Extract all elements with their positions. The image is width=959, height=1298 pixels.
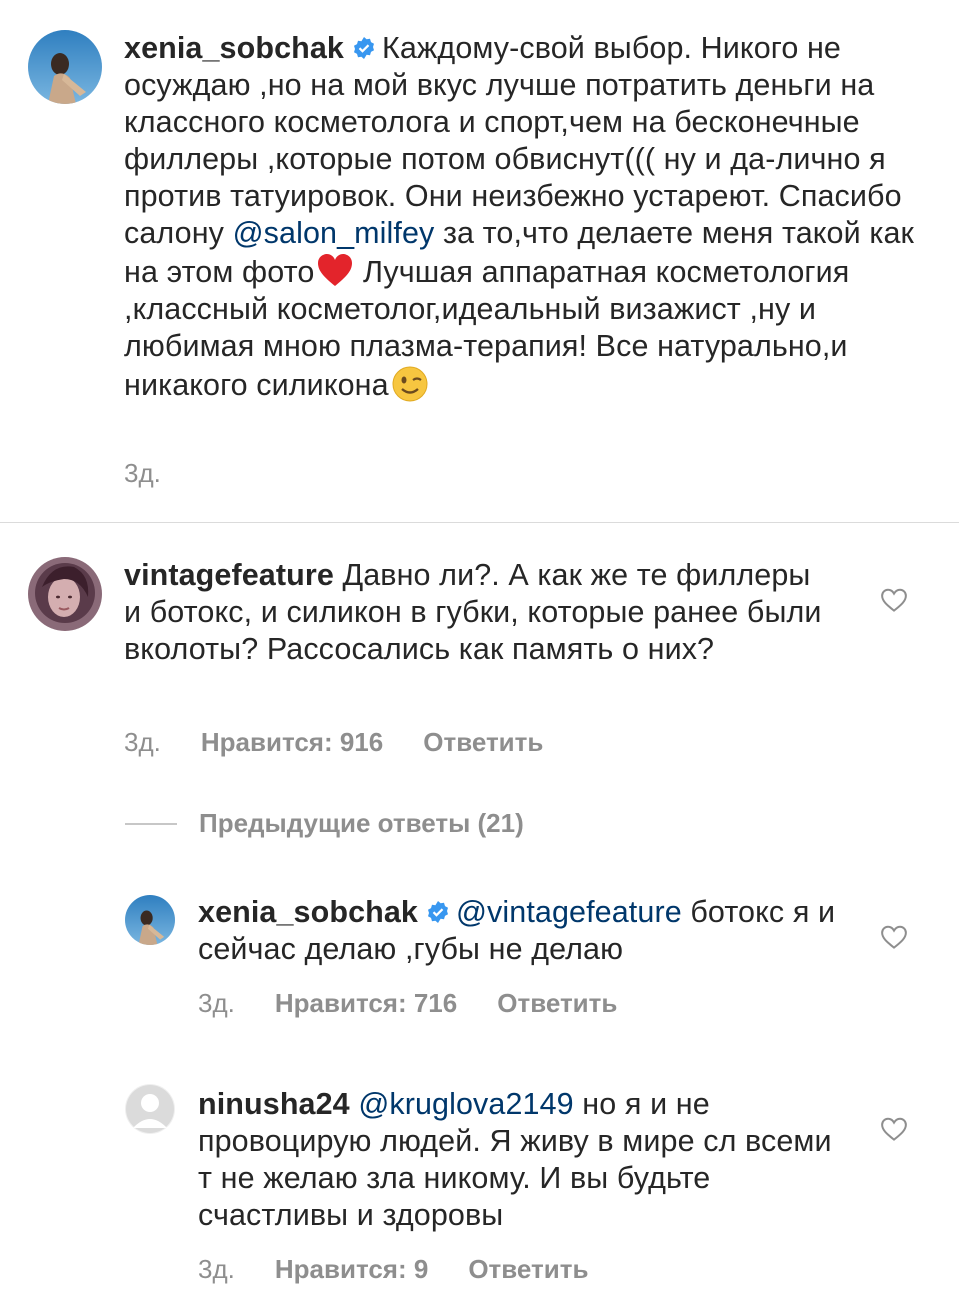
reply-button[interactable]: Ответить [423,727,543,758]
likes-count[interactable]: Нравится: 9 [275,1254,428,1285]
comment-text: vintagefeature Давно ли?. А как же те фи… [124,557,824,668]
mention-link[interactable]: @vintagefeature [456,895,682,929]
timestamp: 3д. [198,1254,235,1284]
like-heart-icon[interactable] [879,585,909,615]
reply-meta: 3д. Нравится: 716 Ответить [198,988,617,1019]
comment-meta: 3д. [124,458,161,489]
timestamp: 3д. [198,988,235,1018]
timestamp: 3д. [124,458,161,488]
likes-count[interactable]: Нравится: 916 [201,727,383,758]
username[interactable]: vintagefeature [124,558,334,592]
username[interactable]: xenia_sobchak [198,895,418,929]
verified-badge-icon [354,37,374,59]
winking-face-emoji-icon [392,366,428,402]
avatar[interactable] [125,1084,175,1134]
verified-badge-icon [428,901,448,923]
avatar[interactable] [125,895,175,945]
comment-xenia-sobchak: xenia_sobchak Каждому-свой выбор. Никого … [0,0,959,522]
replies-line [125,822,177,825]
reply-text: xenia_sobchak @vintagefeature ботокс я и … [198,894,838,968]
mention-link[interactable]: @salon_milfey [233,216,435,250]
reply-text: ninusha24 @kruglova2149 но я и не провоц… [198,1086,838,1234]
avatar[interactable] [28,30,102,104]
mention-link[interactable]: @kruglova2149 [358,1087,573,1121]
reply-ninusha24: ninusha24 @kruglova2149 но я и не провоц… [0,1062,959,1298]
reply-button[interactable]: Ответить [497,988,617,1019]
reply-meta: 3д. Нравится: 9 Ответить [198,1254,588,1285]
comment-text: xenia_sobchak Каждому-свой выбор. Никого … [124,30,929,404]
username[interactable]: xenia_sobchak [124,31,344,65]
view-replies-label: Предыдущие ответы (21) [199,808,524,838]
reply-xenia-sobchak: xenia_sobchak @vintagefeature ботокс я и … [0,870,959,1050]
reply-button[interactable]: Ответить [468,1254,588,1285]
comment-vintagefeature: vintagefeature Давно ли?. А как же те фи… [0,523,959,783]
comment-meta: 3д. Нравится: 916 Ответить [124,727,543,758]
avatar[interactable] [28,557,102,631]
likes-count[interactable]: Нравится: 716 [275,988,457,1019]
view-previous-replies-button[interactable]: Предыдущие ответы (21) [125,808,524,839]
like-heart-icon[interactable] [879,922,909,952]
red-heart-emoji-icon [318,254,353,286]
like-heart-icon[interactable] [879,1114,909,1144]
username[interactable]: ninusha24 [198,1087,350,1121]
timestamp: 3д. [124,727,161,757]
